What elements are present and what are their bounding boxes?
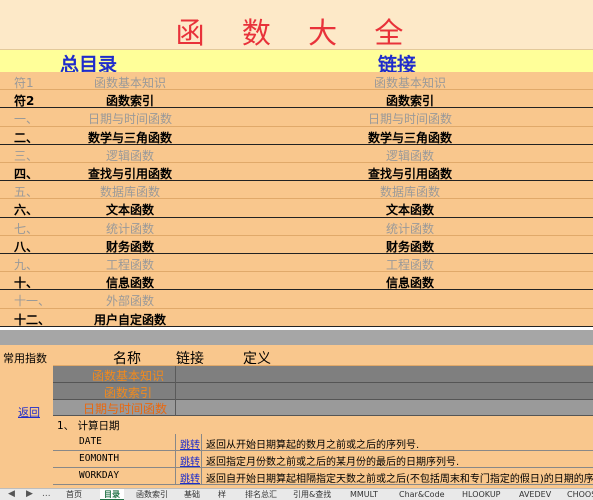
function-description: 返回指定月份数之前或之后的某月份的最后的日期序列号. [206, 457, 460, 468]
toc-label: 数学与三角函数 [87, 130, 172, 145]
toc-link[interactable]: 查找与引用函数 [300, 165, 520, 182]
title-row: 函 数 大 全 [0, 4, 593, 50]
cell-divider [175, 400, 176, 416]
toc-link[interactable]: 信息函数 [300, 274, 520, 291]
common-index-label: 常用指数 [3, 352, 47, 365]
toc-link[interactable]: 工程函数 [300, 256, 520, 273]
sheet-tab[interactable]: AVEDEV [519, 489, 551, 500]
toc-row[interactable]: 六、 文本函数 文本函数 [0, 199, 593, 218]
toc-link[interactable]: 数学与三角函数 [300, 129, 520, 146]
toc-row[interactable]: 三、 逻辑函数 逻辑函数 [0, 144, 593, 164]
col-def-header: 定义 [243, 351, 271, 367]
col-name-header: 名称 [113, 351, 141, 367]
toc-row[interactable]: 八、 财务函数 财务函数 [0, 235, 593, 255]
function-name: WORKDAY [79, 470, 120, 481]
toc-row[interactable]: 九、 工程函数 工程函数 [0, 254, 593, 273]
toc-label: 用户自定函数 [93, 312, 166, 327]
toc-row[interactable]: 符1 函数基本知识 函数基本知识 [0, 72, 593, 91]
function-row: EOMONTH 跳转 返回指定月份数之前或之后的某月份的最后的日期序列号. [53, 451, 593, 468]
row-label: 函数基本知识 [91, 369, 164, 383]
cell-divider [201, 451, 202, 468]
cell-divider [175, 468, 176, 485]
sheet-tab-bar: ◀ ▶ ... 首页 目录 函数索引 基础 样 排名总汇 引用&查找 MMULT Char&Co… [0, 488, 593, 500]
subsection-label: 1、 计算日期 [57, 420, 120, 432]
table-row[interactable]: 函数索引 [53, 383, 593, 400]
cell-divider [175, 383, 176, 400]
toc-label: 数据库函数 [99, 185, 160, 200]
page-title: 函 数 大 全 [175, 16, 418, 50]
sheet-tab[interactable]: HLOOKUP [462, 489, 501, 500]
section-label: 日期与时间函数 [82, 402, 167, 416]
jump-link[interactable]: 跳转 [180, 470, 200, 485]
jump-link[interactable]: 跳转 [180, 436, 200, 451]
prev-sheet-icon[interactable]: ◀ [8, 489, 15, 499]
toc-link[interactable]: 函数索引 [300, 92, 520, 109]
header-row: 总目录 链接 [0, 50, 593, 76]
function-table-header: 名称 链接 定义 [53, 345, 593, 367]
toc-link[interactable]: 数据库函数 [300, 183, 520, 200]
cell-divider [175, 451, 176, 468]
toc-link[interactable]: 统计函数 [300, 220, 520, 237]
sheet-tab[interactable]: 基础 [184, 489, 200, 500]
toc-label: 工程函数 [105, 258, 154, 272]
cell-divider [175, 434, 176, 451]
cell-divider [175, 366, 176, 383]
toc-link[interactable]: 文本函数 [300, 201, 520, 218]
sheet-tab[interactable]: 样 [218, 489, 226, 500]
next-sheet-icon[interactable]: ▶ [26, 489, 33, 499]
toc-row[interactable]: 四、 查找与引用函数 查找与引用函数 [0, 163, 593, 182]
toc-label: 统计函数 [105, 221, 154, 236]
back-link[interactable]: 返回 [18, 404, 40, 420]
toc-label: 文本函数 [105, 203, 154, 218]
toc-label: 信息函数 [105, 276, 154, 291]
subsection-row: 1、 计算日期 [53, 416, 593, 434]
sheet-tab[interactable]: 目录 [100, 489, 124, 500]
toc-row[interactable]: 七、 统计函数 统计函数 [0, 217, 593, 237]
sheet-tab[interactable]: 首页 [66, 489, 82, 500]
toc-label: 函数基本知识 [93, 76, 166, 90]
function-name: EOMONTH [79, 453, 120, 464]
table-row[interactable]: 函数基本知识 [53, 366, 593, 383]
function-name: DATE [79, 436, 102, 447]
toc-link[interactable]: 逻辑函数 [300, 147, 520, 164]
toc-row[interactable]: 十二、 用户自定函数 [0, 308, 593, 327]
sheet-tab[interactable]: Char&Code [399, 489, 445, 500]
toc-label: 查找与引用函数 [87, 167, 172, 181]
sheet-tab[interactable]: CHOOSE [567, 489, 593, 500]
toc-label: 逻辑函数 [105, 148, 154, 163]
toc-label: 财务函数 [105, 239, 154, 254]
function-row: WORKDAY 跳转 返回自开始日期算起相隔指定天数之前或之后(不包括周末和专门… [53, 468, 593, 485]
row-label: 函数索引 [103, 386, 152, 400]
function-description: 返回从开始日期算起的数月之前或之后的序列号. [206, 440, 420, 451]
toc-row[interactable]: 十一、 外部函数 [0, 290, 593, 309]
toc-link[interactable]: 函数基本知识 [300, 74, 520, 91]
toc-row[interactable]: 二、 数学与三角函数 数学与三角函数 [0, 126, 593, 146]
function-row: DATE 跳转 返回从开始日期算起的数月之前或之后的序列号. [53, 434, 593, 451]
toc-label: 外部函数 [105, 294, 154, 309]
toc-link[interactable]: 财务函数 [300, 238, 520, 255]
separator-band [0, 330, 593, 345]
toc-label: 日期与时间函数 [87, 112, 172, 127]
toc-row[interactable]: 五、 数据库函数 数据库函数 [0, 181, 593, 200]
cell-divider [201, 434, 202, 451]
cell-divider [201, 468, 202, 485]
col-link-header: 链接 [176, 351, 204, 367]
sheet-tab[interactable]: 排名总汇 [245, 489, 277, 500]
toc-link[interactable]: 日期与时间函数 [300, 110, 520, 127]
sheet-tab[interactable]: 引用&查找 [293, 489, 331, 500]
more-sheets-icon[interactable]: ... [42, 489, 51, 499]
toc-label: 函数索引 [105, 94, 154, 109]
toc-row[interactable]: 一、 日期与时间函数 日期与时间函数 [0, 108, 593, 127]
jump-link[interactable]: 跳转 [180, 453, 200, 468]
toc-row[interactable]: 十、 信息函数 信息函数 [0, 272, 593, 291]
section-row[interactable]: 日期与时间函数 [53, 400, 593, 416]
sheet-tab[interactable]: 函数索引 [136, 489, 168, 500]
function-description: 返回自开始日期算起相隔指定天数之前或之后(不包括周末和专门指定的假日)的日期的序… [206, 474, 593, 485]
toc-row[interactable]: 符2 函数索引 函数索引 [0, 90, 593, 109]
sheet-tab[interactable]: MMULT [350, 489, 378, 500]
